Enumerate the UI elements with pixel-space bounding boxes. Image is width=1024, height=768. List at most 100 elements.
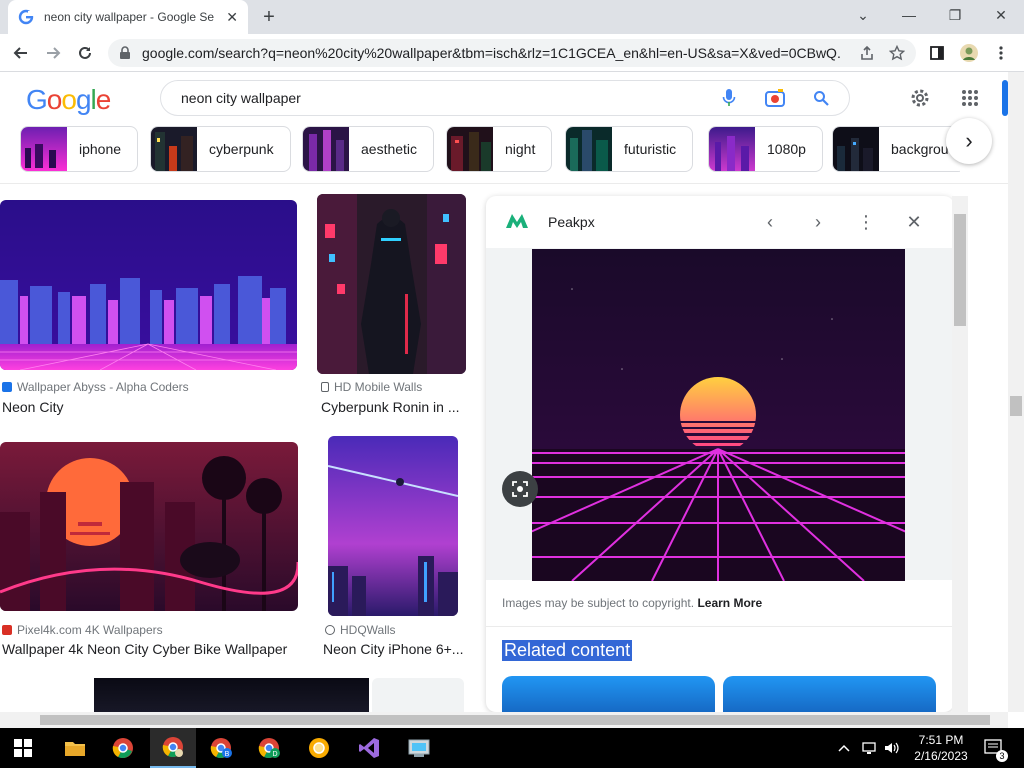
search-icon[interactable] bbox=[809, 86, 833, 110]
browser-tab[interactable]: neon city wallpaper - Google Se ✕ bbox=[8, 0, 248, 34]
chrome-icon[interactable] bbox=[100, 728, 146, 768]
show-hidden-icons-chevron-icon[interactable] bbox=[838, 728, 850, 768]
tab-search-icon[interactable]: ⌄ bbox=[848, 4, 878, 26]
browser-menu-icon[interactable] bbox=[990, 42, 1012, 64]
panel-header: Peakpx ‹ › ⋮ ✕ bbox=[486, 196, 954, 248]
chip-label: iphone bbox=[79, 141, 122, 157]
chip-label: cyberpunk bbox=[209, 141, 274, 157]
result-title[interactable]: Neon City iPhone 6+... bbox=[323, 641, 463, 657]
chip-thumbnail bbox=[303, 127, 349, 171]
chip-background[interactable]: backgrou bbox=[832, 126, 960, 172]
previous-image-icon[interactable]: ‹ bbox=[758, 210, 782, 234]
chip-label: night bbox=[505, 141, 536, 157]
search-box[interactable]: neon city wallpaper bbox=[160, 80, 850, 116]
result-title[interactable]: Neon City bbox=[2, 399, 292, 415]
result-title[interactable]: Wallpaper 4k Neon City Cyber Bike Wallpa… bbox=[2, 641, 298, 657]
chip-thumbnail bbox=[151, 127, 197, 171]
related-card[interactable] bbox=[723, 676, 936, 712]
page-vertical-scrollbar[interactable] bbox=[1008, 72, 1024, 712]
back-arrow-icon[interactable] bbox=[10, 42, 32, 64]
divider bbox=[486, 626, 954, 627]
chips-next-arrow-icon[interactable]: › bbox=[946, 118, 992, 164]
logo-letter: G bbox=[26, 84, 48, 115]
start-windows-icon[interactable] bbox=[0, 728, 46, 768]
preview-image[interactable] bbox=[532, 249, 905, 581]
logo-letter: o bbox=[46, 84, 63, 115]
lens-search-icon[interactable] bbox=[502, 471, 538, 507]
chip-futuristic[interactable]: futuristic bbox=[565, 126, 694, 172]
panel-scroll-thumb[interactable] bbox=[954, 214, 966, 326]
bookmark-star-icon[interactable] bbox=[886, 42, 908, 64]
next-image-icon[interactable]: › bbox=[806, 210, 830, 234]
chip-thumbnail bbox=[447, 127, 493, 171]
result-source[interactable]: HD Mobile Walls bbox=[321, 380, 422, 394]
result-thumbnail[interactable] bbox=[317, 194, 466, 374]
search-input[interactable]: neon city wallpaper bbox=[181, 90, 695, 106]
search-header: Google neon city wallpaper iphone cyberp… bbox=[0, 72, 1008, 184]
logo-letter: o bbox=[61, 84, 77, 115]
horizontal-scroll-thumb[interactable] bbox=[40, 715, 990, 725]
vertical-scroll-thumb[interactable] bbox=[1010, 396, 1022, 416]
profile-avatar[interactable] bbox=[958, 42, 980, 64]
network-icon[interactable] bbox=[862, 728, 878, 768]
more-options-icon[interactable]: ⋮ bbox=[854, 210, 878, 234]
image-results-grid: Wallpaper Abyss - Alpha Coders Neon City… bbox=[0, 184, 484, 712]
chip-thumbnail bbox=[709, 127, 755, 171]
visual-studio-icon[interactable] bbox=[346, 728, 392, 768]
tab-title: neon city wallpaper - Google Se bbox=[44, 10, 215, 24]
chip-label: futuristic bbox=[624, 141, 677, 157]
result-thumbnail[interactable] bbox=[328, 436, 458, 616]
notifications-icon[interactable]: 3 bbox=[984, 728, 1008, 768]
close-window-button[interactable]: ✕ bbox=[986, 4, 1016, 26]
result-thumbnail[interactable] bbox=[0, 200, 297, 370]
chip-thumbnail bbox=[21, 127, 67, 171]
panel-scrollbar[interactable] bbox=[952, 196, 968, 712]
chrome-profile-active-icon[interactable] bbox=[150, 728, 196, 768]
volume-icon[interactable] bbox=[884, 728, 900, 768]
camera-lens-icon[interactable] bbox=[763, 86, 787, 110]
related-card[interactable] bbox=[502, 676, 715, 712]
chip-1080p[interactable]: 1080p bbox=[708, 126, 823, 172]
result-thumbnail[interactable] bbox=[0, 442, 298, 611]
result-source[interactable]: Wallpaper Abyss - Alpha Coders bbox=[2, 380, 189, 394]
result-thumbnail[interactable] bbox=[372, 678, 464, 712]
microphone-icon[interactable] bbox=[717, 86, 741, 110]
forward-arrow-icon[interactable] bbox=[42, 42, 64, 64]
close-panel-icon[interactable]: ✕ bbox=[902, 210, 926, 234]
page-horizontal-scrollbar[interactable] bbox=[0, 712, 1008, 728]
chip-thumbnail bbox=[833, 127, 879, 171]
chip-night[interactable]: night bbox=[446, 126, 553, 172]
chip-iphone[interactable]: iphone bbox=[20, 126, 139, 172]
maximize-button[interactable]: ❐ bbox=[940, 4, 970, 26]
peakpx-logo-icon bbox=[506, 214, 528, 228]
chrome-profile-d-icon[interactable]: D bbox=[246, 728, 292, 768]
apps-grid-icon[interactable] bbox=[956, 84, 984, 112]
result-source[interactable]: Pixel4k.com 4K Wallpapers bbox=[2, 623, 163, 637]
share-icon[interactable] bbox=[856, 42, 878, 64]
minimize-button[interactable]: — bbox=[894, 4, 924, 26]
result-thumbnail[interactable] bbox=[94, 678, 369, 712]
settings-gear-icon[interactable] bbox=[906, 84, 934, 112]
close-tab-icon[interactable]: ✕ bbox=[226, 9, 238, 26]
system-clock[interactable]: 7:51 PM 2/16/2023 bbox=[906, 732, 976, 764]
control-panel-icon[interactable] bbox=[396, 728, 442, 768]
reload-icon[interactable] bbox=[74, 42, 96, 64]
chrome-profile-b-icon[interactable]: B bbox=[198, 728, 244, 768]
chip-thumbnail bbox=[566, 127, 612, 171]
result-source[interactable]: HDQWalls bbox=[325, 623, 396, 637]
chip-cyberpunk[interactable]: cyberpunk bbox=[150, 126, 291, 172]
clock-time: 7:51 PM bbox=[918, 733, 964, 747]
learn-more-link[interactable]: Learn More bbox=[697, 596, 762, 610]
logo-letter: e bbox=[95, 84, 112, 115]
title-bar: neon city wallpaper - Google Se ✕ + ⌄ — … bbox=[0, 0, 1024, 34]
chrome-canary-icon[interactable] bbox=[296, 728, 342, 768]
panel-site-name[interactable]: Peakpx bbox=[548, 214, 595, 230]
result-title[interactable]: Cyberpunk Ronin in ... bbox=[321, 399, 461, 415]
new-tab-button[interactable]: + bbox=[258, 6, 280, 28]
side-panel-icon[interactable] bbox=[926, 42, 948, 64]
google-logo[interactable]: Google bbox=[26, 84, 112, 116]
result-source-text: Wallpaper Abyss - Alpha Coders bbox=[17, 380, 189, 394]
chip-aesthetic[interactable]: aesthetic bbox=[302, 126, 435, 172]
address-bar[interactable]: google.com/search?q=neon%20city%20wallpa… bbox=[108, 39, 916, 67]
file-explorer-icon[interactable] bbox=[52, 728, 98, 768]
